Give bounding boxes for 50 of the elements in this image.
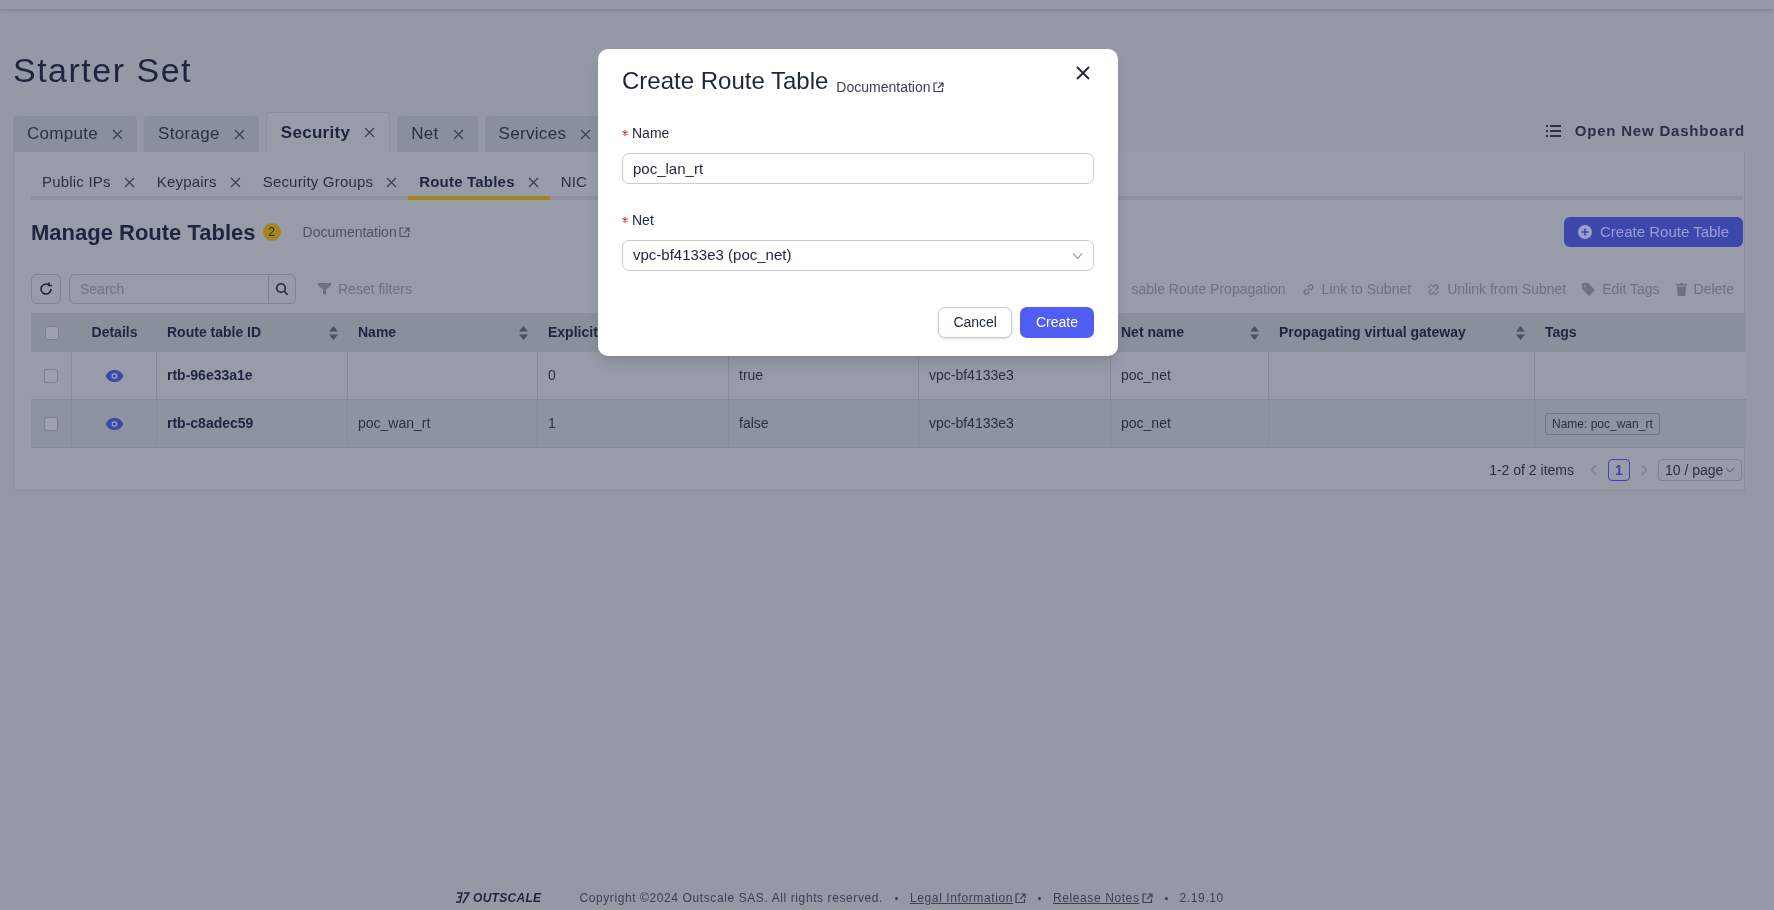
cancel-button[interactable]: Cancel (938, 307, 1012, 338)
version-text: 2.19.10 (1179, 890, 1224, 907)
column-header: Route table ID (167, 323, 262, 342)
create-button[interactable]: Create (1019, 307, 1094, 338)
tab[interactable]: Net (397, 116, 478, 152)
create-route-table-button[interactable]: Create Route Table (1564, 217, 1743, 247)
open-new-dashboard-button[interactable]: Open New Dashboard (1545, 119, 1745, 142)
column-header: Net name (1121, 323, 1185, 342)
field-label: Net (632, 210, 654, 230)
copyright-text: Copyright ©2024 Outscale SAS. All rights reserved. (579, 890, 884, 907)
table-cell-text: poc_net (1121, 366, 1171, 385)
column-header: Details (91, 323, 138, 342)
sub-tab[interactable]: NIC (549, 168, 599, 200)
documentation-link[interactable]: Documentation (302, 221, 410, 243)
outscale-logo: OUTSCALE (455, 889, 542, 907)
tab[interactable]: Compute (13, 116, 138, 152)
column-header: Tags (1545, 323, 1577, 342)
modal-title: Create Route Table (622, 66, 829, 96)
table-cell-text: vpc-bf4133e3 (929, 366, 1014, 385)
sub-tab[interactable]: Public IPs (31, 168, 146, 200)
count-badge: 2 (262, 223, 281, 241)
tab[interactable]: Storage (144, 116, 259, 152)
table-cell-text: 0 (548, 366, 556, 385)
table-cell-text: poc_net (1121, 414, 1171, 433)
name-input-field[interactable]: poc_lan_rt (622, 153, 1094, 184)
footer-link[interactable]: Release Notes (1053, 889, 1153, 907)
table-cell-text: vpc-bf4133e3 (929, 414, 1014, 433)
tag-chip: Name: poc_wan_rt (1545, 412, 1660, 435)
footer-link[interactable]: Legal Information (910, 889, 1026, 907)
column-header: Explicit (548, 323, 598, 342)
table-cell-text: false (739, 414, 769, 433)
pagination-summary: 1-2 of 2 items (1489, 460, 1574, 480)
page-size-select[interactable]: 10 / page (1658, 459, 1742, 481)
column-header: Propagating virtual gateway (1279, 323, 1466, 342)
sub-tab[interactable]: Route Tables (408, 168, 550, 200)
page-title: Starter Set (13, 49, 192, 91)
net-select[interactable]: vpc-bf4133e3 (poc_net) (622, 240, 1094, 271)
section-title: Manage Route Tables (31, 218, 256, 247)
sub-tab[interactable]: Security Groups (251, 168, 409, 200)
table-cell-text: rtb-96e33a1e (167, 366, 253, 385)
table-cell-text: true (739, 366, 764, 385)
sub-tab[interactable]: Keypairs (145, 168, 252, 200)
documentation-link[interactable]: Documentation (836, 77, 944, 98)
table-cell-text: 1 (548, 414, 556, 433)
column-header: Name (358, 323, 397, 342)
page-button[interactable]: 1 (1608, 459, 1630, 481)
table-cell-text: poc_wan_rt (358, 414, 431, 433)
table-cell-text: rtb-c8adec59 (167, 414, 254, 433)
field-label: Name (632, 123, 670, 143)
tab[interactable]: Security (265, 112, 391, 152)
